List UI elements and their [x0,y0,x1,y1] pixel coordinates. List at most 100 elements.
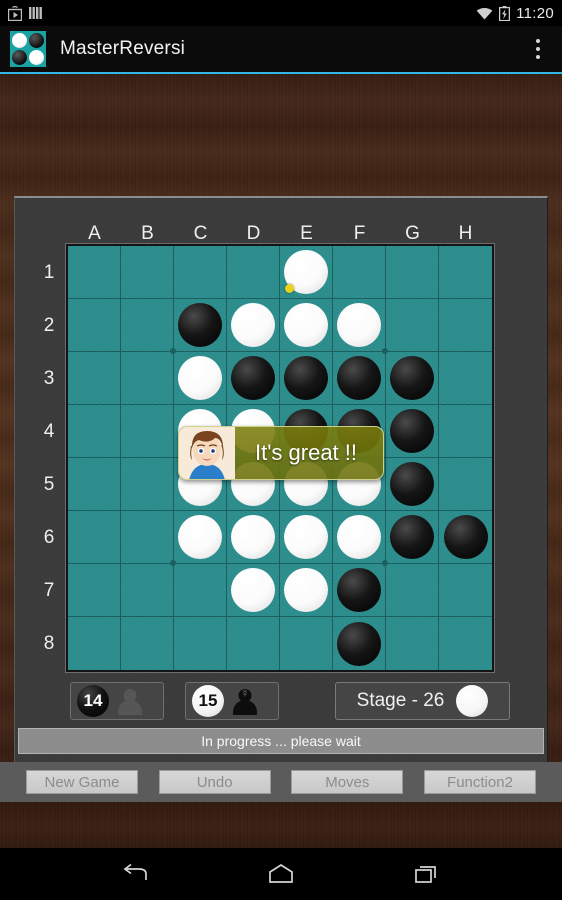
speech-bubble-text: It's great !! [254,440,358,465]
board-cell-F6[interactable] [333,511,388,566]
board-cell-C7[interactable] [174,564,227,617]
board-cell-A3[interactable] [68,352,121,405]
board-cell-H7[interactable] [439,564,492,617]
board-star-point [170,348,176,354]
board-cell-G2[interactable] [386,299,439,352]
moves-button[interactable]: Moves [291,770,404,794]
board-cell-E7[interactable] [280,564,333,617]
board-cell-D3[interactable] [227,352,280,405]
board-cell-B7[interactable] [121,564,174,617]
board-cell-H4[interactable] [439,405,492,458]
board-cell-B5[interactable] [121,458,174,511]
board-cell-A8[interactable] [68,617,121,670]
board-cell-D2[interactable] [227,299,280,352]
board-cell-G5[interactable] [386,458,439,511]
board-cell-G3[interactable] [386,352,439,405]
black-disc [178,303,222,347]
board-cell-B1[interactable] [121,246,174,299]
white-disc [231,303,275,347]
overflow-menu-icon[interactable] [524,30,552,68]
last-move-marker [285,284,294,293]
android-nav-bar [0,848,562,900]
board-cell-E6[interactable] [280,511,333,564]
board-star-point [170,560,176,566]
board-cell-D7[interactable] [227,564,280,617]
board-cell-E1[interactable] [280,246,333,299]
board-cell-A2[interactable] [68,299,121,352]
android-status-bar: 11:20 [0,0,562,26]
board-cell-G8[interactable] [386,617,439,670]
board-column-label-h: H [458,223,473,244]
board-cell-G6[interactable] [386,511,439,564]
board-cell-F1[interactable] [333,246,386,299]
board-cell-F8[interactable] [333,617,386,670]
board-cell-C1[interactable] [174,246,227,299]
board-cell-H1[interactable] [439,246,492,299]
board-row-label-5: 5 [43,473,55,495]
function2-button[interactable]: Function2 [423,770,536,794]
undo-button[interactable]: Undo [158,770,271,794]
black-score-box: 14 [70,682,164,720]
board-cell-A7[interactable] [68,564,121,617]
board-column-label-c: C [193,223,208,244]
black-disc [443,515,488,559]
speech-bubble: It's great !! [178,426,384,480]
score-row: 14 15 ☿ Stage - 26 [30,682,530,724]
board-cell-A6[interactable] [68,511,121,564]
board-cell-C2[interactable] [174,299,227,352]
board-cell-A5[interactable] [68,458,121,511]
board-cell-A4[interactable] [68,405,121,458]
black-disc [390,356,434,400]
board-row-headers: 1 2 3 4 5 6 7 8 [32,246,66,670]
status-bar-clock: 11:20 [516,4,554,22]
board-cell-G4[interactable] [386,405,439,458]
board-cell-F2[interactable] [333,299,388,354]
board-column-label-d: D [246,223,261,244]
board-cell-F7[interactable] [333,564,386,617]
board-cell-B2[interactable] [121,299,176,354]
white-disc [337,303,381,347]
reversi-logo-icon [10,31,46,67]
board-cell-B4[interactable] [121,405,174,458]
board-cell-A1[interactable] [68,246,121,299]
new-game-button[interactable]: New Game [26,770,138,794]
board-column-label-e: E [300,223,313,244]
white-disc [231,568,275,612]
board-cell-H8[interactable] [439,617,492,670]
board-cell-D6[interactable] [227,511,280,564]
board-row-label-3: 3 [43,367,55,389]
board-cell-H5[interactable] [439,458,492,511]
board-cell-G1[interactable] [386,246,439,299]
status-bar-right-icons: 11:20 [476,5,554,22]
board-cell-D8[interactable] [227,617,280,670]
board-cell-D1[interactable] [227,246,280,299]
white-disc [337,515,381,559]
black-disc [284,356,328,400]
board-cell-F3[interactable] [333,352,386,405]
status-message: In progress ... please wait [18,728,544,754]
board-cell-B6[interactable] [121,511,176,566]
board-cell-B3[interactable] [121,352,174,405]
board-cell-H6[interactable] [439,511,492,564]
board-cell-E2[interactable] [280,299,333,352]
battery-charging-icon [499,5,511,21]
board-cell-E3[interactable] [280,352,333,405]
black-disc [390,409,434,453]
board-row-label-1: 1 [43,261,55,283]
board-cell-H3[interactable] [439,352,492,405]
board-cell-E8[interactable] [280,617,333,670]
recents-icon[interactable] [409,859,445,889]
board-cell-C3[interactable] [174,352,227,405]
app-action-bar: MasterReversi [0,26,562,74]
board-cell-H2[interactable] [439,299,492,352]
black-score-value: 14 [77,685,109,717]
back-icon[interactable] [117,859,153,889]
board-cell-B8[interactable] [121,617,174,670]
board-cell-C8[interactable] [174,617,227,670]
board-cell-C6[interactable] [174,511,227,564]
human-player-icon: ☿ [230,687,260,715]
board-cell-G7[interactable] [386,564,439,617]
board-row-label-2: 2 [43,314,55,336]
white-disc [231,515,275,559]
home-icon[interactable] [263,859,299,889]
